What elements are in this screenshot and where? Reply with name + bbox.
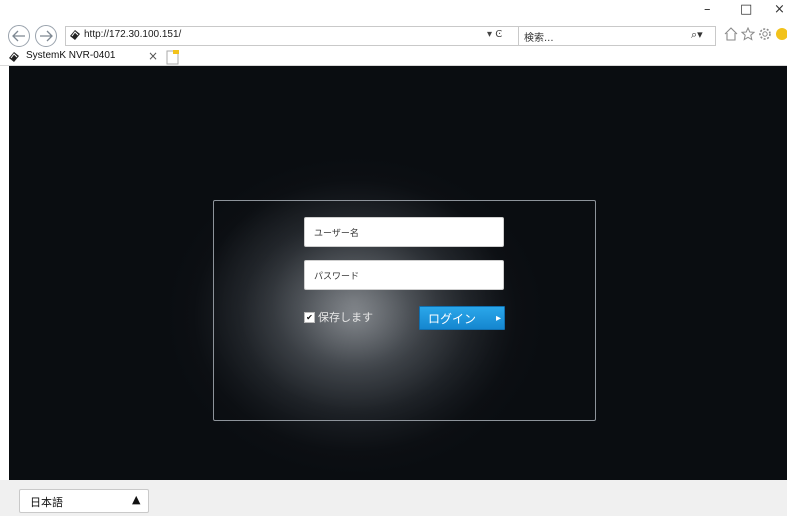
refresh-icon[interactable]: ▾ Ͼ	[487, 29, 502, 40]
remember-label: 保存します	[318, 311, 373, 324]
username-placeholder: ユーザー名	[314, 229, 359, 239]
tab-title[interactable]: SystemK NVR-0401	[26, 50, 115, 61]
forward-arrow-icon	[40, 30, 53, 42]
maximize-button[interactable]: □	[740, 2, 752, 17]
tab-close-icon[interactable]: ×	[148, 49, 158, 63]
search-icon[interactable]: ⌕▾	[691, 28, 703, 42]
language-select[interactable]: 日本語 ▲	[19, 489, 149, 513]
back-button[interactable]	[8, 25, 30, 47]
login-button[interactable]: ログイン ▸	[419, 306, 505, 330]
password-placeholder: パスワード	[314, 272, 360, 282]
address-url[interactable]: http://172.30.100.151/	[84, 29, 181, 40]
language-selected: 日本語	[30, 496, 63, 509]
tab-favicon-icon	[9, 52, 19, 62]
minimize-button[interactable]: –	[704, 2, 711, 17]
home-icon[interactable]	[724, 27, 738, 41]
remember-checkbox[interactable]: ✔	[304, 311, 315, 323]
new-tab-icon[interactable]	[166, 49, 180, 65]
site-favicon-icon	[70, 30, 80, 40]
forward-button[interactable]	[35, 25, 57, 47]
close-window-button[interactable]: ×	[774, 2, 785, 17]
settings-gear-icon[interactable]	[758, 27, 772, 41]
back-arrow-icon	[12, 30, 25, 42]
login-button-label: ログイン	[428, 311, 477, 326]
triangle-up-icon: ▲	[132, 493, 141, 506]
remember-me[interactable]: ✔ 保存します	[304, 309, 373, 325]
search-placeholder[interactable]: 検索...	[524, 29, 554, 44]
arrow-right-icon: ▸	[496, 312, 502, 324]
smiley-feedback-icon[interactable]	[775, 27, 787, 41]
favorites-star-icon[interactable]	[741, 27, 755, 41]
